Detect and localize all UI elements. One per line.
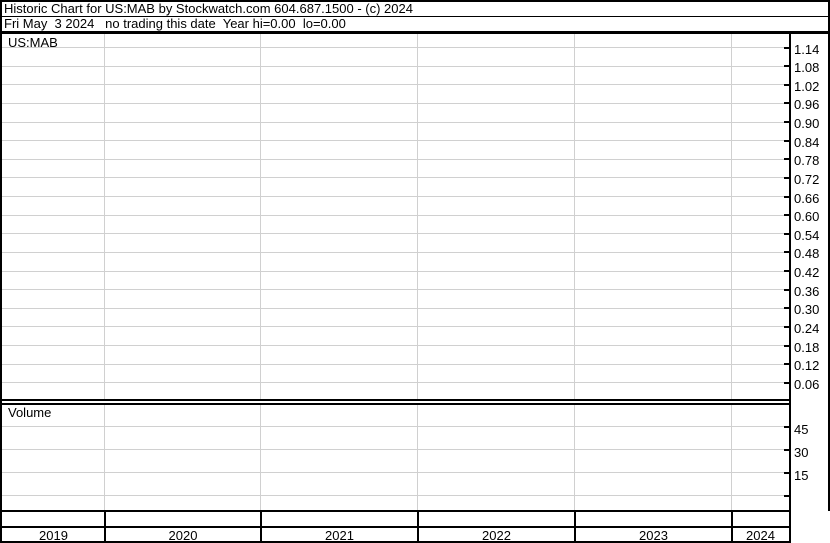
price-axis-tick: [784, 288, 789, 291]
price-axis-label: 0.06: [794, 376, 820, 392]
price-axis-label: 1.08: [794, 60, 820, 76]
price-axis-tick: [784, 158, 789, 161]
price-axis-label: 0.30: [794, 302, 820, 318]
price-axis-label: 0.54: [794, 227, 820, 243]
price-axis-tick: [784, 139, 789, 142]
price-axis-label: 1.14: [794, 41, 820, 57]
price-axis-tick: [784, 214, 789, 217]
year-label: 2020: [168, 528, 198, 543]
price-axis-tick: [784, 344, 789, 347]
year-separator: [260, 512, 262, 541]
volume-axis-tick: [784, 425, 789, 428]
price-axis-label: 0.90: [794, 116, 820, 132]
price-axis-label: 0.24: [794, 320, 820, 336]
price-axis-label: 1.02: [794, 78, 820, 94]
price-axis-tick: [784, 363, 789, 366]
header-title: Historic Chart for US:MAB by Stockwatch.…: [4, 1, 413, 16]
year-label: 2023: [639, 528, 668, 543]
year-label: 2021: [325, 528, 354, 543]
price-axis-tick: [784, 65, 789, 68]
price-axis-label: 0.96: [794, 97, 820, 113]
volume-axis-tick: [784, 471, 789, 474]
symbol-label: US:MAB: [8, 35, 58, 50]
year-separator: [417, 512, 419, 541]
year-separator: [574, 512, 576, 541]
volume-axis-tick: [784, 448, 789, 451]
price-axis-label: 0.72: [794, 171, 820, 187]
price-axis-label: 0.48: [794, 246, 820, 262]
price-axis-label: 0.36: [794, 283, 820, 299]
price-axis-label: 0.12: [794, 358, 820, 374]
year-separator: [104, 512, 106, 541]
volume-axis-tick: [784, 494, 789, 497]
price-axis-tick: [784, 270, 789, 273]
price-axis-label: 0.18: [794, 339, 820, 355]
price-axis-tick: [784, 46, 789, 49]
price-axis-label: 0.60: [794, 209, 820, 225]
volume-panel-label: Volume: [8, 405, 52, 420]
stock-chart-window: 1.14 1.08 1.02 0.96 0.90 0.84 0.78 0.72 0.66 0.60…: [0, 0, 830, 543]
volume-axis-label: 15: [794, 468, 809, 483]
volume-axis-label: 30: [794, 445, 809, 460]
price-axis-tick: [784, 102, 789, 105]
price-axis-tick: [784, 307, 789, 310]
price-axis-label: 0.66: [794, 190, 820, 206]
year-label: 2022: [482, 528, 511, 543]
year-label: 2019: [39, 528, 68, 543]
price-axis-tick: [784, 83, 789, 86]
price-axis-tick: [784, 325, 789, 328]
header-status-line: Fri May 3 2024 no trading this date Year…: [4, 16, 346, 31]
axis-layer: 1.14 1.08 1.02 0.96 0.90 0.84 0.78 0.72 0.66 0.60…: [0, 0, 830, 543]
price-axis-tick: [784, 251, 789, 254]
price-axis-tick: [784, 232, 789, 235]
price-axis-tick: [784, 195, 789, 198]
price-axis-label: 0.84: [794, 134, 820, 150]
price-axis-label: 0.78: [794, 153, 820, 169]
price-axis-tick: [784, 381, 789, 384]
year-label: 2024: [746, 528, 775, 543]
price-axis-tick: [784, 121, 789, 124]
price-axis-tick: [784, 176, 789, 179]
price-axis-label: 0.42: [794, 265, 820, 281]
volume-axis-label: 45: [794, 422, 809, 437]
